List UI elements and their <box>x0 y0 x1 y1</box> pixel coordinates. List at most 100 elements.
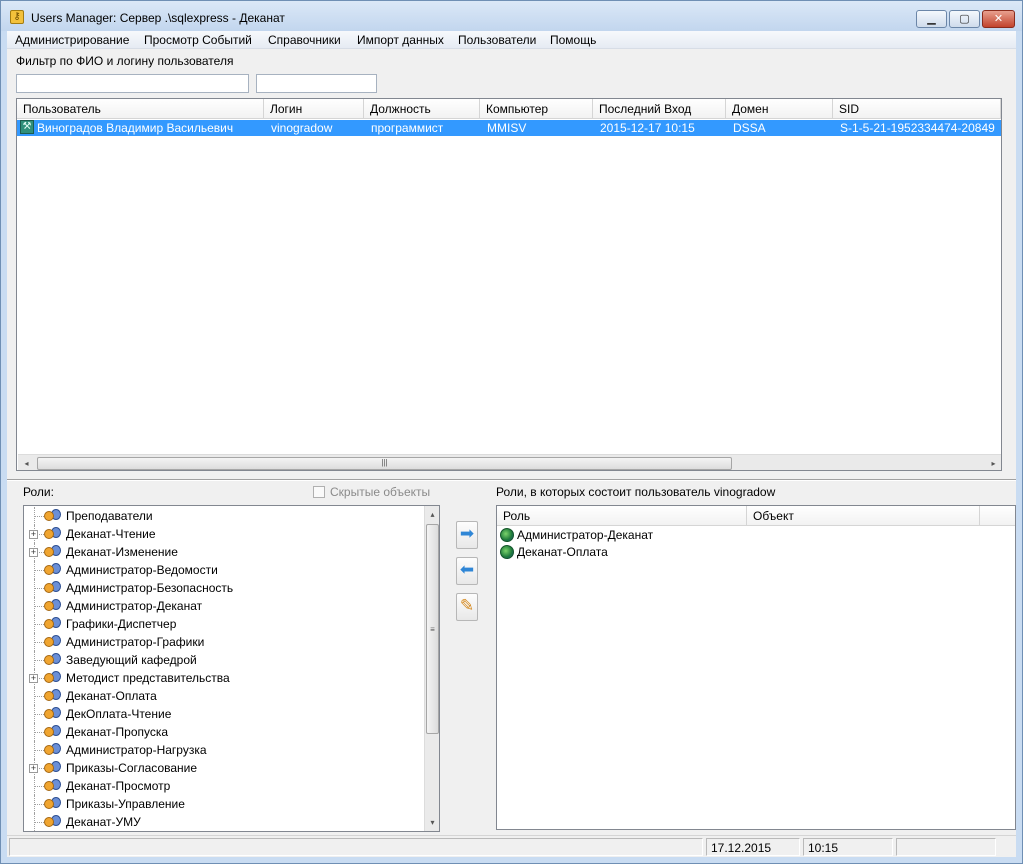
tree-item[interactable]: ДекОплата-Чтение <box>24 705 424 723</box>
cell-domain: DSSA <box>733 121 766 135</box>
scroll-left-icon[interactable]: ◂ <box>18 455 35 470</box>
filter-login-input[interactable] <box>256 74 377 93</box>
tree-item-label: Администратор-Графики <box>66 635 205 649</box>
tree-item-label: Деканат-Чтение <box>66 527 156 541</box>
tree-item-label: Администратор-Нагрузка <box>66 743 207 757</box>
users-list[interactable]: Пользователь Логин Должность Компьютер П… <box>16 98 1002 471</box>
tree-item[interactable]: Администратор-Графики <box>24 633 424 651</box>
tree-item[interactable]: Графики-Диспетчер <box>24 615 424 633</box>
expand-icon[interactable]: + <box>29 674 38 683</box>
cell-user: Виноградов Владимир Васильевич <box>37 121 234 135</box>
menu-bar: Администрирование Просмотр Событий Справ… <box>7 31 1016 49</box>
remove-role-button[interactable]: ⬅ <box>456 557 478 585</box>
panel-splitter[interactable] <box>7 479 1016 481</box>
tree-item[interactable]: Деканат-Оплата <box>24 687 424 705</box>
tree-connector <box>34 588 44 589</box>
tree-item[interactable]: Администратор-Деканат <box>24 597 424 615</box>
tree-item-label: ДекОплата-Чтение <box>66 707 172 721</box>
tree-item[interactable]: Администратор-Ведомости <box>24 561 424 579</box>
filter-fio-input[interactable] <box>16 74 249 93</box>
cell-sid: S-1-5-21-1952334474-20849 <box>840 121 995 135</box>
tree-item-label: Деканат-Пропуска <box>66 725 169 739</box>
add-role-button[interactable]: ➡ <box>456 521 478 549</box>
scroll-up-icon[interactable]: ▴ <box>425 506 439 523</box>
column-header-user[interactable]: Пользователь <box>17 99 264 119</box>
list-item[interactable]: Администратор-Деканат <box>497 527 997 544</box>
expand-icon[interactable]: + <box>29 548 38 557</box>
cell-computer: MMISV <box>487 121 527 135</box>
tree-item[interactable]: Заведующий кафедрой <box>24 651 424 669</box>
menu-administration[interactable]: Администрирование <box>15 33 129 47</box>
group-users-icon <box>44 688 62 704</box>
tree-item[interactable]: Администратор-Безопасность <box>24 579 424 597</box>
tree-connector <box>34 750 44 751</box>
expand-icon[interactable]: + <box>29 764 38 773</box>
tree-item[interactable]: + Деканат-Изменение <box>24 543 424 561</box>
column-header-object[interactable]: Объект <box>747 506 980 526</box>
tree-connector <box>34 714 44 715</box>
member-roles-label: Роли, в которых состоит пользователь vin… <box>496 485 776 499</box>
tree-connector <box>34 516 44 517</box>
list-item[interactable]: Деканат-Оплата <box>497 544 997 561</box>
group-users-icon <box>44 526 62 542</box>
column-header-computer[interactable]: Компьютер <box>480 99 593 119</box>
menu-help[interactable]: Помощь <box>550 33 596 47</box>
edit-role-button[interactable]: ✎ <box>456 593 478 621</box>
tree-item[interactable]: Приказы-Управление <box>24 795 424 813</box>
column-header-last-login[interactable]: Последний Вход <box>593 99 726 119</box>
group-users-icon-part <box>44 763 54 773</box>
tree-item[interactable]: Деканат-Просмотр <box>24 777 424 795</box>
tree-item-label: Администратор-Деканат <box>66 599 203 613</box>
cell-position: программист <box>371 121 444 135</box>
group-users-icon <box>44 634 62 650</box>
scroll-thumb[interactable]: ≡ <box>426 524 439 734</box>
group-users-icon <box>44 616 62 632</box>
column-header-position[interactable]: Должность <box>364 99 480 119</box>
group-users-icon-part <box>44 817 54 827</box>
column-header-sid[interactable]: SID <box>833 99 1001 119</box>
tree-item[interactable]: Преподаватели <box>24 507 424 525</box>
roles-tree[interactable]: Преподаватели + Деканат-Чтение + Деканат-Изм… <box>23 505 440 832</box>
tree-item-label: Деканат-УМУ <box>66 815 141 829</box>
column-header-login[interactable]: Логин <box>264 99 364 119</box>
close-button[interactable]: ✕ <box>982 10 1015 28</box>
scroll-down-icon[interactable]: ▾ <box>425 814 439 831</box>
tree-connector <box>34 642 44 643</box>
tree-item-label: Приказы-Согласование <box>66 761 198 775</box>
scroll-right-icon[interactable]: ▸ <box>985 455 1001 470</box>
tree-item[interactable]: + Деканат-Чтение <box>24 525 424 543</box>
menu-events[interactable]: Просмотр Событий <box>144 33 252 47</box>
group-users-icon-part <box>44 619 54 629</box>
tree-item[interactable]: Администратор-Нагрузка <box>24 741 424 759</box>
minimize-button[interactable]: ▁ <box>916 10 947 28</box>
table-row[interactable]: ⚒ Виноградов Владимир Васильевич vinogra… <box>17 120 1001 136</box>
column-header-role[interactable]: Роль <box>497 506 747 526</box>
tree-item-label: Приказы-Управление <box>66 797 185 811</box>
column-header-domain[interactable]: Домен <box>726 99 833 119</box>
status-panel-extra <box>896 838 996 856</box>
menu-users[interactable]: Пользователи <box>458 33 536 47</box>
tree-item[interactable]: Деканат-Пропуска <box>24 723 424 741</box>
role-label: Деканат-Оплата <box>517 545 608 559</box>
group-users-icon-part <box>44 799 54 809</box>
tree-item-label: Графики-Диспетчер <box>66 617 177 631</box>
expand-icon[interactable]: + <box>29 530 38 539</box>
tree-item[interactable]: + Приказы-Согласование <box>24 759 424 777</box>
horizontal-scrollbar[interactable]: ◂ ||| ▸ <box>18 454 1001 470</box>
column-header-empty <box>980 506 1015 526</box>
scroll-thumb[interactable]: ||| <box>37 457 732 470</box>
user-icon: ⚒ <box>20 120 34 134</box>
tree-item-label: Администратор-Ведомости <box>66 563 218 577</box>
menu-import[interactable]: Импорт данных <box>357 33 444 47</box>
hidden-objects-checkbox[interactable] <box>313 486 325 498</box>
maximize-button[interactable]: ▢ <box>949 10 980 28</box>
group-users-icon-part <box>44 511 54 521</box>
tree-item[interactable]: + Методист представительства <box>24 669 424 687</box>
menu-references[interactable]: Справочники <box>268 33 341 47</box>
member-roles-list[interactable]: Роль Объект Администратор-Деканат Декана… <box>496 505 1016 830</box>
title-bar[interactable]: ⚷ Users Manager: Сервер .\sqlexpress - Д… <box>1 1 1022 31</box>
tree-item[interactable]: Деканат-УМУ <box>24 813 424 831</box>
group-users-icon-part <box>44 637 54 647</box>
group-users-icon <box>44 814 62 830</box>
vertical-scrollbar[interactable]: ▴ ≡ ▾ <box>424 506 439 831</box>
